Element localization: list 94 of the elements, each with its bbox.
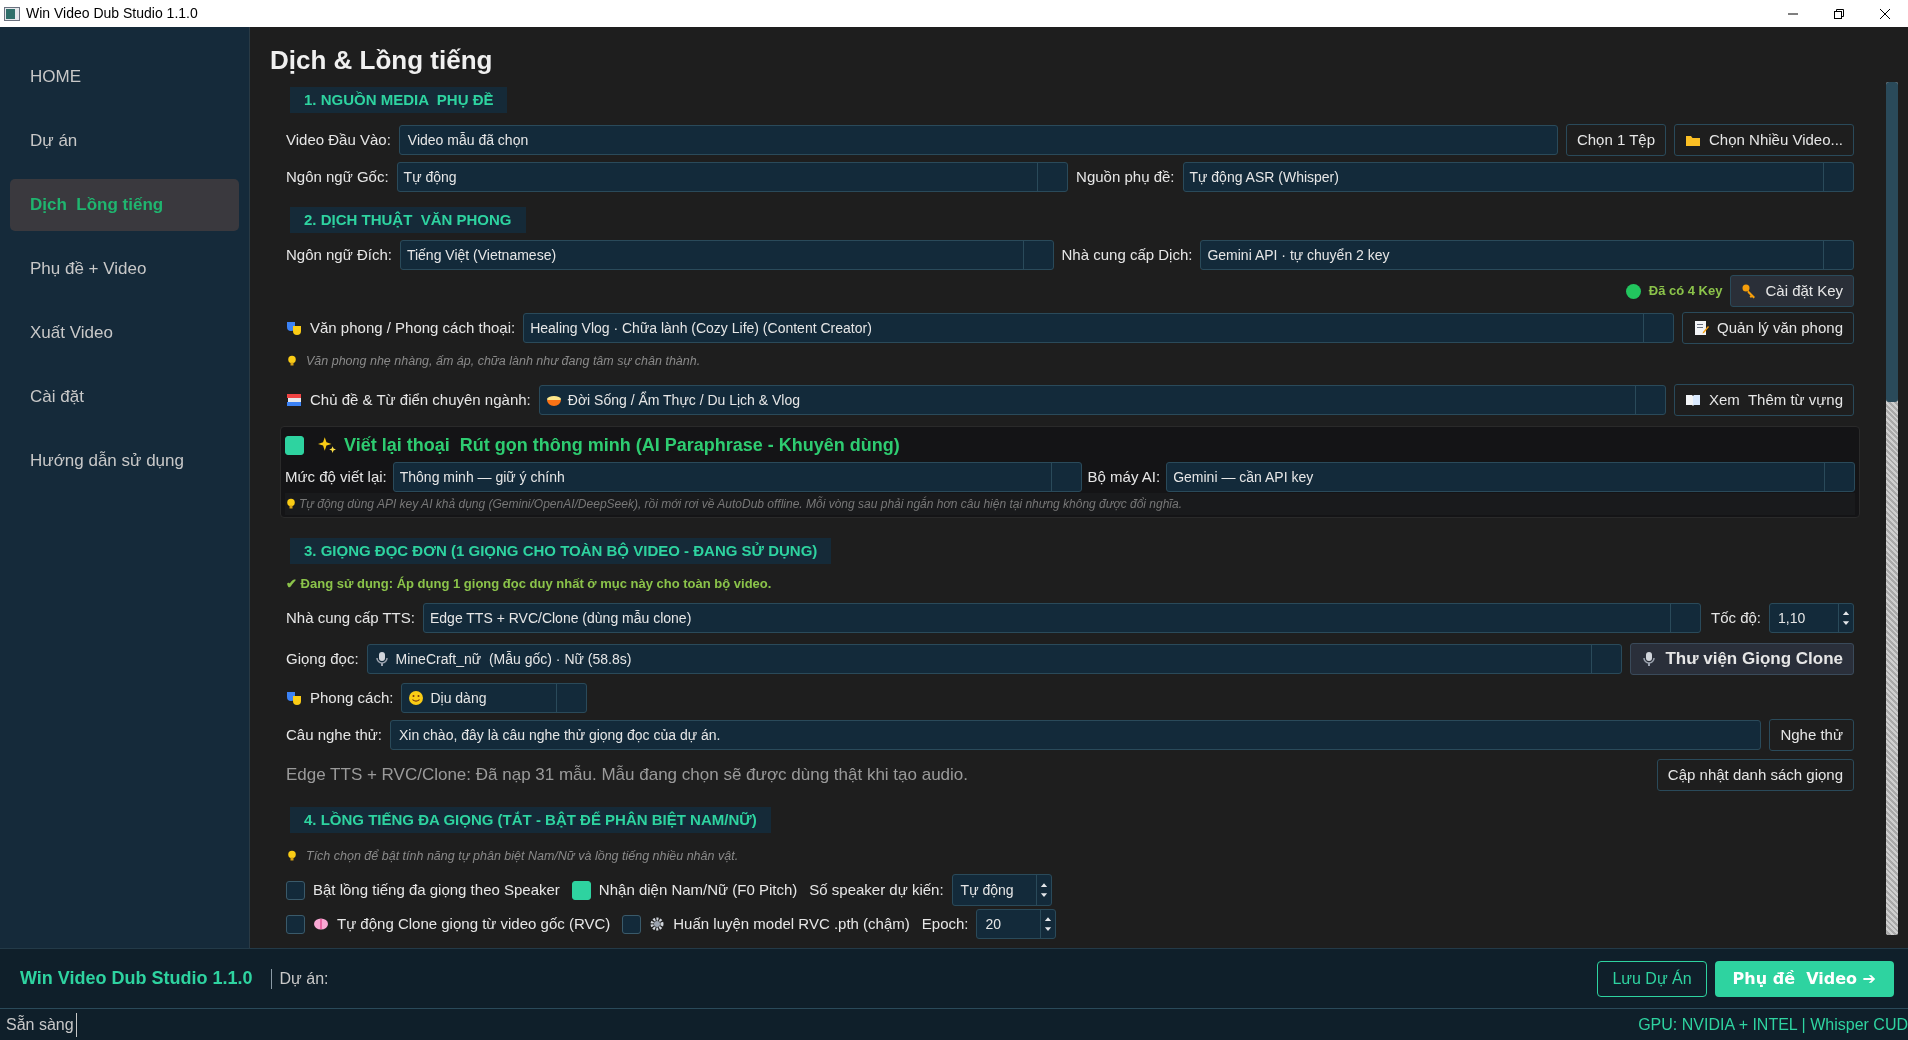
mask-icon xyxy=(286,320,302,336)
project-label: Dự án: xyxy=(279,968,330,989)
dropdown[interactable]: MineCraft_nữ (Mẫu gốc) · Nữ (58.8s) xyxy=(366,644,1623,674)
checkbox[interactable] xyxy=(286,914,305,934)
field-label: Epoch: xyxy=(921,913,969,934)
checkbox-label: Nhận diện Nam/Nữ (F0 Pitch) xyxy=(598,879,798,900)
checkbox-label: Huấn luyện model RVC .pth (chậm) xyxy=(673,913,910,934)
field-label: Số speaker dự kiến: xyxy=(809,879,944,900)
dropdown[interactable]: Healing Vlog · Chữa lành (Cozy Life) (Content Creator) xyxy=(523,313,1675,343)
field-label: Phong cách: xyxy=(310,687,394,708)
field-label: Văn phong / Phong cách thoại: xyxy=(310,317,516,338)
dropdown[interactable]: Edge TTS + RVC/Clone (dùng mẫu clone) xyxy=(422,603,1701,633)
microphone-icon xyxy=(373,651,390,667)
sidebar-item[interactable]: Dự án xyxy=(10,115,239,167)
field-label: Tốc độ: xyxy=(1710,607,1761,628)
field-label: Bộ máy AI: xyxy=(1087,466,1161,487)
field-label: Giọng đọc: xyxy=(286,648,359,669)
lightbulb-icon xyxy=(285,498,297,510)
button[interactable]: Xem Thêm từ vựng xyxy=(1673,384,1854,416)
spin-box[interactable]: 20 xyxy=(976,909,1057,939)
button[interactable]: Thư viện Giọng Clone xyxy=(1630,643,1854,675)
field-label: Ngôn ngữ Gốc: xyxy=(286,166,389,187)
status-note: ✔ Đang sử dụng: Áp dụng 1 giọng đọc duy nhất ở mục này cho toàn bộ video. xyxy=(286,575,772,594)
section-header: 4. LỒNG TIẾNG ĐA GIỌNG (TẮT - BẬT ĐỂ PHÂN BIỆT NAM/NỮ) xyxy=(290,807,771,833)
page-title: Dịch & Lồng tiếng xyxy=(270,43,494,77)
smiley-icon xyxy=(408,690,425,706)
field-label: Ngôn ngữ Đích: xyxy=(286,244,392,265)
dropdown[interactable]: Gemini — cần API key xyxy=(1166,462,1855,492)
dropdown[interactable]: Dịu dàng xyxy=(401,683,588,713)
checkbox-label: Tự động Clone giọng từ video gốc (RVC) xyxy=(337,913,611,934)
status-text: Sẵn sàng xyxy=(6,1012,77,1037)
gpu-status: GPU: NVIDIA + INTEL | Whisper CUD xyxy=(1638,1014,1908,1035)
app-name: Win Video Dub Studio 1.1.0 xyxy=(20,967,253,990)
scrollbar-thumb[interactable] xyxy=(1886,82,1898,402)
button[interactable]: Cài đặt Key xyxy=(1730,275,1854,307)
app-icon xyxy=(4,5,20,22)
hint-text: Văn phong nhẹ nhàng, ấm áp, chữa lành như đang tâm sự chân thành. xyxy=(306,352,701,370)
sidebar-item[interactable]: HOME xyxy=(10,51,239,103)
sidebar-item[interactable]: Xuất Video xyxy=(10,307,239,359)
close-icon xyxy=(1880,8,1890,19)
spin-box[interactable]: Tự động xyxy=(951,874,1052,906)
section-header: 3. GIỌNG ĐỌC ĐƠN (1 GIỌNG CHO TOÀN BỘ VIDEO - ĐANG SỬ DỤNG) xyxy=(290,538,832,564)
memo-icon xyxy=(1693,320,1710,336)
button[interactable]: Chọn Nhiều Video... xyxy=(1674,124,1854,156)
text-field[interactable]: Xin chào, đây là câu nghe thử giọng đọc của dự án. xyxy=(389,720,1762,750)
gear-icon xyxy=(649,916,666,932)
hint-text: Tích chọn để bật tính năng tự phân biệt Nam/Nữ và lồng tiếng nhiều nhân vật. xyxy=(306,847,739,865)
key-icon xyxy=(1741,283,1758,299)
microphone-icon xyxy=(1641,651,1658,667)
lightbulb-icon xyxy=(286,355,298,367)
checkbox[interactable] xyxy=(285,435,304,455)
books-icon xyxy=(286,392,302,408)
checkbox[interactable] xyxy=(571,880,591,900)
dropdown[interactable]: Tự động ASR (Whisper) xyxy=(1182,162,1854,192)
section-header: 1. NGUỒN MEDIA PHỤ ĐỀ xyxy=(290,87,508,113)
save-project-button[interactable]: Lưu Dự Án xyxy=(1597,960,1707,997)
field-label: Mức độ viết lại: xyxy=(285,466,387,487)
restore-icon xyxy=(1834,8,1844,19)
sidebar-item[interactable]: Phụ đề + Video xyxy=(10,243,239,295)
option-title: Viết lại thoại Rút gọn thông minh (AI Paraphrase - Khuyên dùng) xyxy=(344,433,900,457)
button[interactable]: Nghe thử xyxy=(1769,719,1854,751)
scrollbar[interactable] xyxy=(1886,82,1898,935)
field-label: Video Đầu Vào: xyxy=(286,129,391,150)
field-label: Nguồn phụ đề: xyxy=(1076,166,1175,187)
sparkles-icon xyxy=(318,436,336,454)
field-label: Câu nghe thử: xyxy=(286,724,382,745)
open-book-icon xyxy=(1684,392,1701,408)
button[interactable]: Cập nhật danh sách giọng xyxy=(1656,759,1854,791)
sidebar-item[interactable]: Cài đặt xyxy=(10,371,239,423)
spin-box[interactable]: 1,10 xyxy=(1769,603,1854,633)
button[interactable]: Chọn 1 Tệp xyxy=(1565,124,1666,156)
brain-icon xyxy=(313,916,329,932)
section-header: 2. DỊCH THUẬT VĂN PHONG xyxy=(290,207,526,233)
dropdown[interactable]: Thông minh — giữ ý chính xyxy=(392,462,1082,492)
dropdown[interactable]: Tự động xyxy=(396,162,1069,192)
dropdown[interactable]: Gemini API · tự chuyển 2 key xyxy=(1200,240,1854,270)
checkbox[interactable] xyxy=(622,914,642,934)
sidebar-item[interactable]: Hướng dẫn sử dụng xyxy=(10,435,239,487)
text-field[interactable]: Video mẫu đã chọn xyxy=(398,125,1558,155)
info-text: Edge TTS + RVC/Clone: Đã nạp 31 mẫu. Mẫu đang chọn sẽ được dùng thật khi tạo audio. xyxy=(286,764,969,787)
field-label: Nhà cung cấp Dịch: xyxy=(1061,244,1193,265)
checkbox[interactable] xyxy=(286,880,305,900)
sidebar-item[interactable]: Dịch Lồng tiếng xyxy=(10,179,239,231)
mask-icon xyxy=(286,690,302,706)
field-label: Nhà cung cấp TTS: xyxy=(286,607,415,628)
checkbox-label: Bật lồng tiếng đa giọng theo Speaker xyxy=(313,879,560,900)
dropdown[interactable]: Đời Sống / Ẩm Thực / Du Lịch & Vlog xyxy=(538,385,1666,415)
key-status: Đã có 4 Key xyxy=(1648,282,1723,301)
button[interactable]: Quản lý văn phong xyxy=(1682,312,1854,344)
lightbulb-icon xyxy=(286,850,298,862)
hint-text: Tự động dùng API key AI khả dụng (Gemini/OpenAI/DeepSeek), rồi mới rơi về AutoDub offline. Mỗi vòng sau phải ngắn hơn câu hiện tại nhưng không được đổi nghĩa. xyxy=(299,495,1182,513)
window-title: Win Video Dub Studio 1.1.0 xyxy=(26,4,199,23)
field-label: Chủ đề & Từ điển chuyên ngành: xyxy=(310,389,531,410)
dropdown[interactable]: Tiếng Việt (Vietnamese) xyxy=(399,240,1054,270)
